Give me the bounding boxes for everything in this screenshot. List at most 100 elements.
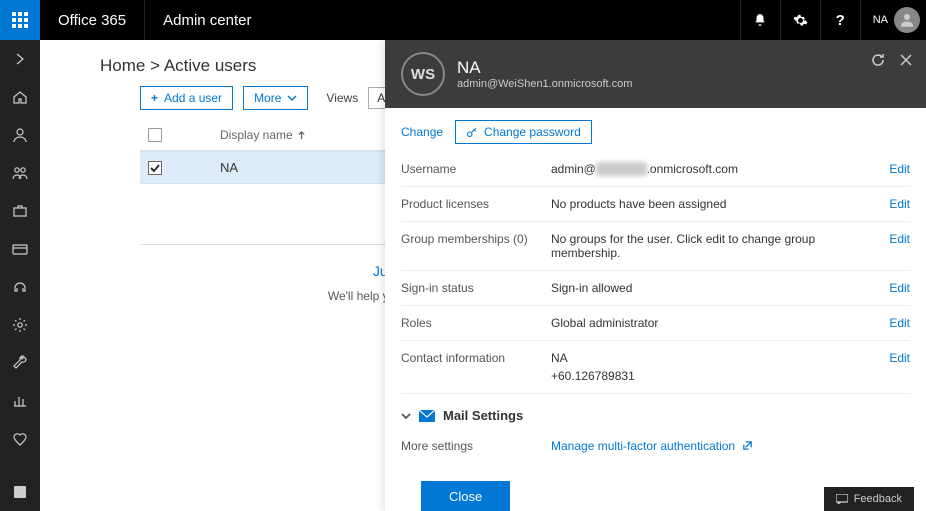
contact-value: NA +60.126789831: [551, 351, 870, 383]
username-label: Username: [401, 162, 551, 176]
licenses-label: Product licenses: [401, 197, 551, 211]
nav-expand[interactable]: [0, 40, 40, 78]
panel-avatar: WS: [401, 52, 445, 96]
row-signin: Sign-in status Sign-in allowed Edit: [401, 271, 910, 306]
breadcrumb-home[interactable]: Home: [100, 56, 145, 75]
views-label: Views: [326, 91, 358, 105]
main-content: Home > Active users + Add a user More Vi…: [40, 40, 926, 511]
username-edit[interactable]: Edit: [870, 162, 910, 176]
change-link[interactable]: Change: [401, 125, 443, 139]
briefcase-icon: [12, 203, 28, 219]
app-title: Admin center: [145, 12, 269, 29]
col-display-name[interactable]: Display name: [170, 128, 306, 142]
roles-label: Roles: [401, 316, 551, 330]
nav-resources[interactable]: [0, 192, 40, 230]
col-display-name-label: Display name: [220, 128, 293, 142]
row-checkbox[interactable]: [140, 161, 170, 175]
left-nav: [0, 40, 40, 511]
help-button[interactable]: ?: [820, 0, 860, 40]
home-icon: [12, 89, 28, 105]
feedback-label: Feedback: [854, 493, 902, 505]
groups-edit[interactable]: Edit: [870, 232, 910, 246]
app-icon: [12, 484, 28, 500]
contact-label: Contact information: [401, 351, 551, 365]
add-user-button[interactable]: + Add a user: [140, 86, 233, 110]
user-menu[interactable]: NA: [860, 0, 926, 40]
plus-icon: +: [151, 91, 158, 105]
bell-icon: [753, 13, 767, 27]
key-icon: [466, 126, 478, 138]
settings-button[interactable]: [780, 0, 820, 40]
row-groups: Group memberships (0) No groups for the …: [401, 222, 910, 271]
refresh-icon[interactable]: [870, 52, 886, 68]
feedback-button[interactable]: Feedback: [824, 487, 914, 511]
nav-support[interactable]: [0, 268, 40, 306]
chevron-right-icon: [12, 51, 28, 67]
row-username: Username admin@weishen1.onmicrosoft.com …: [401, 152, 910, 187]
row-display-name: NA: [170, 160, 238, 175]
panel-user-name: NA: [457, 58, 632, 78]
close-icon[interactable]: [898, 52, 914, 68]
nav-admin-centers[interactable]: [0, 473, 40, 511]
sort-asc-icon: [297, 131, 306, 140]
checkbox-checked-icon: [148, 161, 162, 175]
more-label: More: [254, 91, 281, 105]
nav-groups[interactable]: [0, 154, 40, 192]
close-button[interactable]: Close: [421, 481, 510, 511]
waffle-icon: [12, 12, 28, 28]
row-contact: Contact information NA +60.126789831 Edi…: [401, 341, 910, 394]
contact-edit[interactable]: Edit: [870, 351, 910, 365]
brand-title[interactable]: Office 365: [40, 0, 145, 40]
detail-rows: Username admin@weishen1.onmicrosoft.com …: [385, 152, 926, 394]
row-roles: Roles Global administrator Edit: [401, 306, 910, 341]
chevron-down-icon: [401, 411, 411, 421]
roles-edit[interactable]: Edit: [870, 316, 910, 330]
nav-home[interactable]: [0, 78, 40, 116]
signin-value: Sign-in allowed: [551, 281, 870, 295]
change-password-button[interactable]: Change password: [455, 120, 592, 144]
licenses-value: No products have been assigned: [551, 197, 870, 211]
add-user-label: Add a user: [164, 91, 222, 105]
username-value: admin@weishen1.onmicrosoft.com: [551, 162, 870, 176]
more-button[interactable]: More: [243, 86, 308, 110]
select-all[interactable]: [140, 128, 170, 142]
nav-reports[interactable]: [0, 382, 40, 420]
groups-label: Group memberships (0): [401, 232, 551, 246]
chat-icon: [836, 494, 848, 504]
avatar: [894, 7, 920, 33]
notifications-button[interactable]: [740, 0, 780, 40]
breadcrumb-current: Active users: [164, 56, 257, 75]
nav-billing[interactable]: [0, 230, 40, 268]
question-icon: ?: [836, 12, 845, 29]
row-more-settings: More settings Manage multi-factor authen…: [401, 429, 910, 463]
panel-user-email: admin@WeiShen1.onmicrosoft.com: [457, 78, 632, 90]
card-icon: [12, 241, 28, 257]
top-header: Office 365 Admin center ? NA: [0, 0, 926, 40]
mail-settings-section[interactable]: Mail Settings: [385, 394, 926, 429]
nav-health[interactable]: [0, 420, 40, 458]
nav-users[interactable]: [0, 116, 40, 154]
breadcrumb-sep: >: [150, 56, 160, 75]
gear-icon: [12, 317, 28, 333]
person-icon: [12, 127, 28, 143]
app-launcher[interactable]: [0, 0, 40, 40]
heart-icon: [12, 431, 28, 447]
external-link-icon: [742, 440, 753, 451]
groups-value: No groups for the user. Click edit to ch…: [551, 232, 870, 260]
checkbox-icon: [148, 128, 162, 142]
mail-icon: [419, 410, 435, 422]
change-password-label: Change password: [484, 125, 581, 139]
headset-icon: [12, 279, 28, 295]
licenses-edit[interactable]: Edit: [870, 197, 910, 211]
nav-setup[interactable]: [0, 344, 40, 382]
signin-label: Sign-in status: [401, 281, 551, 295]
mail-settings-label: Mail Settings: [443, 408, 523, 423]
roles-value: Global administrator: [551, 316, 870, 330]
nav-settings[interactable]: [0, 306, 40, 344]
more-settings-label: More settings: [401, 439, 551, 453]
signin-edit[interactable]: Edit: [870, 281, 910, 295]
person-icon: [898, 11, 916, 29]
mfa-link[interactable]: Manage multi-factor authentication: [551, 439, 910, 453]
panel-header: WS NA admin@WeiShen1.onmicrosoft.com: [385, 40, 926, 108]
chevron-down-icon: [287, 93, 297, 103]
